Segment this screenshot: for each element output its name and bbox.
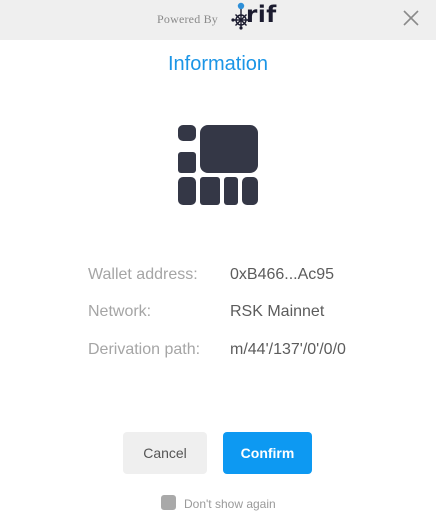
derivation-path-value: m/44'/137'/0'/0/0 [230, 341, 346, 358]
network-value: RSK Mainnet [230, 303, 325, 320]
powered-by-bar: Powered By rif [0, 0, 436, 40]
rif-brand-text: rif [246, 2, 277, 28]
cancel-button[interactable]: Cancel [123, 432, 207, 474]
network-label: Network: [88, 303, 152, 320]
powered-by-text: Powered By [157, 12, 218, 26]
derivation-path-label: Derivation path: [88, 341, 201, 358]
dont-show-again-label[interactable]: Don't show again [184, 497, 276, 511]
dialog-title: Information [167, 53, 269, 75]
confirm-button[interactable]: Confirm [223, 432, 312, 474]
dont-show-again-checkbox[interactable] [161, 495, 176, 510]
wallet-address-value: 0xB466...Ac95 [230, 266, 335, 283]
rsk-wallet-icon [178, 125, 258, 205]
wallet-address-label: Wallet address: [88, 266, 198, 283]
close-icon[interactable] [398, 5, 424, 31]
